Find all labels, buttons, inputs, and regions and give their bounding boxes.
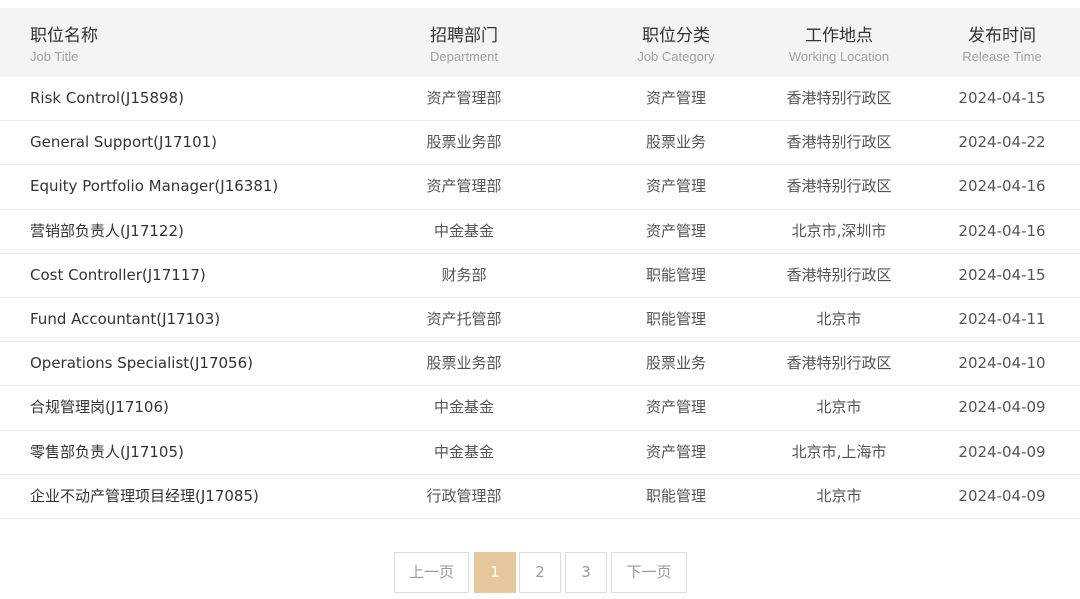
release-time-cell: 2024-04-15: [958, 265, 1046, 284]
department-cell: 资产管理部: [426, 89, 502, 107]
table-row[interactable]: Operations Specialist(J17056) 股票业务部 股票业务…: [0, 342, 1080, 387]
header-department-en: Department: [430, 49, 498, 64]
release-time-cell: 2024-04-10: [958, 354, 1046, 373]
table-row[interactable]: General Support(J17101) 股票业务部 股票业务 香港特别行…: [0, 121, 1080, 166]
department-cell: 资产管理部: [426, 177, 502, 196]
department-cell: 资产托管部: [426, 309, 502, 328]
page-2-button[interactable]: 2: [519, 552, 561, 593]
table-row[interactable]: 零售部负责人(J17105) 中金基金 资产管理 北京市,上海市 2024-04…: [0, 431, 1080, 475]
release-time-cell: 2024-04-22: [958, 133, 1046, 152]
page-3-button[interactable]: 3: [565, 552, 607, 593]
release-time-cell: 2024-04-16: [958, 221, 1046, 240]
release-time-cell: 2024-04-09: [958, 442, 1046, 461]
next-page-button[interactable]: 下一页: [611, 552, 687, 593]
header-release-time-zh: 发布时间: [968, 26, 1036, 46]
page-1-button[interactable]: 1: [474, 552, 516, 593]
table-row[interactable]: 营销部负责人(J17122) 中金基金 资产管理 北京市,深圳市 2024-04…: [0, 210, 1080, 254]
job-title-link[interactable]: Equity Portfolio Manager(J16381): [30, 165, 278, 208]
header-job-title-en: Job Title: [30, 49, 79, 64]
department-cell: 中金基金: [433, 398, 494, 417]
job-title-link[interactable]: 企业不动产管理项目经理(J17085): [30, 475, 259, 518]
header-department-zh: 招聘部门: [430, 26, 498, 46]
header-department: 招聘部门 Department: [364, 8, 564, 77]
job-title-link[interactable]: Cost Controller(J17117): [30, 254, 206, 297]
header-release-time: 发布时间 Release Time: [902, 8, 1080, 77]
job-title-link[interactable]: Operations Specialist(J17056): [30, 342, 253, 385]
department-cell: 行政管理部: [426, 486, 502, 505]
prev-page-button[interactable]: 上一页: [394, 552, 469, 593]
release-time-cell: 2024-04-09: [958, 398, 1046, 417]
pagination: 上一页 1 2 3 下一页: [0, 552, 1080, 593]
table-row[interactable]: Equity Portfolio Manager(J16381) 资产管理部 资…: [0, 165, 1080, 210]
release-time-cell: 2024-04-11: [958, 309, 1046, 328]
table-row[interactable]: Risk Control(J15898) 资产管理部 资产管理 香港特别行政区 …: [0, 77, 1080, 122]
department-cell: 中金基金: [433, 442, 494, 461]
table-row[interactable]: 企业不动产管理项目经理(J17085) 行政管理部 职能管理 北京市 2024-…: [0, 475, 1080, 519]
release-time-cell: 2024-04-15: [958, 89, 1046, 107]
header-job-title-zh: 职位名称: [30, 26, 98, 46]
table-row[interactable]: Cost Controller(J17117) 财务部 职能管理 香港特别行政区…: [0, 254, 1080, 298]
job-title-link[interactable]: Risk Control(J15898): [30, 77, 184, 120]
job-title-link[interactable]: 合规管理岗(J17106): [30, 386, 169, 429]
job-title-link[interactable]: Fund Accountant(J17103): [30, 298, 220, 341]
department-cell: 股票业务部: [426, 133, 502, 152]
release-time-cell: 2024-04-09: [958, 486, 1046, 505]
job-title-link[interactable]: 零售部负责人(J17105): [30, 431, 184, 474]
job-table: 职位名称 Job Title 招聘部门 Department 职位分类 Job …: [0, 8, 1080, 519]
table-body: Risk Control(J15898) 资产管理部 资产管理 香港特别行政区 …: [0, 77, 1080, 519]
release-time-cell: 2024-04-16: [958, 177, 1046, 196]
table-row[interactable]: Fund Accountant(J17103) 资产托管部 职能管理 北京市 2…: [0, 298, 1080, 343]
header-release-time-en: Release Time: [962, 49, 1042, 64]
department-cell: 中金基金: [433, 221, 494, 240]
table-header: 职位名称 Job Title 招聘部门 Department 职位分类 Job …: [0, 8, 1080, 77]
job-title-link[interactable]: 营销部负责人(J17122): [30, 210, 184, 253]
department-cell: 财务部: [441, 265, 487, 284]
table-row[interactable]: 合规管理岗(J17106) 中金基金 资产管理 北京市 2024-04-09: [0, 386, 1080, 431]
department-cell: 股票业务部: [426, 354, 502, 373]
job-title-link[interactable]: General Support(J17101): [30, 121, 217, 164]
